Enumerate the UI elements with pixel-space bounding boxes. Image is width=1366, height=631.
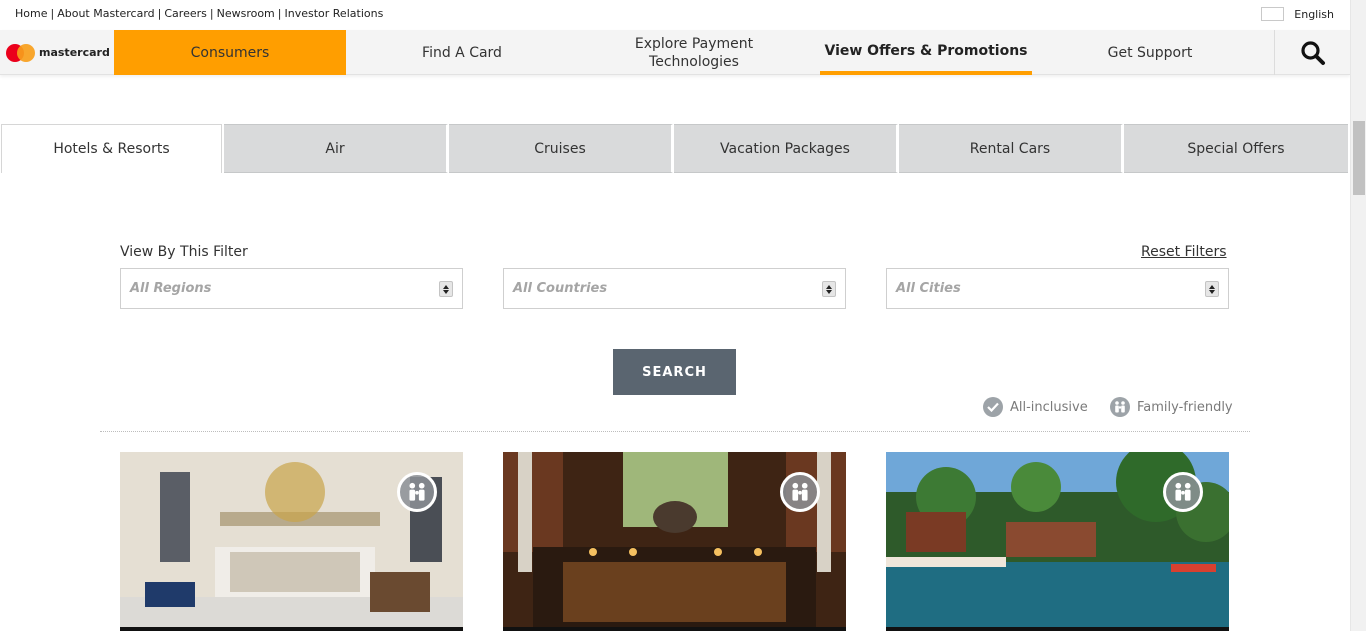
select-arrows-icon bbox=[822, 281, 836, 297]
separator: | bbox=[209, 7, 214, 20]
legend-family-friendly: Family-friendly bbox=[1110, 397, 1233, 417]
nav-find-a-card[interactable]: Find A Card bbox=[346, 30, 578, 75]
country-select[interactable]: All Countries bbox=[503, 268, 846, 309]
nav-get-support[interactable]: Get Support bbox=[1040, 30, 1260, 75]
utility-links: Home | About Mastercard | Careers | Newsroom | I… bbox=[15, 7, 383, 20]
section-divider bbox=[100, 431, 1250, 432]
scrollbar-thumb[interactable] bbox=[1353, 121, 1365, 195]
hotel-card[interactable] bbox=[120, 452, 463, 631]
city-select-value: All Cities bbox=[896, 281, 961, 296]
region-select[interactable]: All Regions bbox=[120, 268, 463, 309]
nav-explore-label: Explore Payment Technologies bbox=[634, 35, 754, 70]
main-nav: mastercard Consumers Find A Card Explore… bbox=[0, 30, 1350, 75]
mastercard-logo[interactable]: mastercard bbox=[0, 30, 113, 75]
region-select-value: All Regions bbox=[130, 281, 212, 296]
hotel-card[interactable] bbox=[886, 452, 1229, 631]
search-icon bbox=[1300, 40, 1325, 65]
careers-link[interactable]: Careers bbox=[164, 7, 207, 20]
nav-explore-payment-technologies[interactable]: Explore Payment Technologies bbox=[578, 30, 810, 75]
tab-air[interactable]: Air bbox=[224, 124, 448, 173]
tab-rental-cars[interactable]: Rental Cars bbox=[899, 124, 1123, 173]
offer-category-tabs: Hotels & Resorts Air Cruises Vacation Pa… bbox=[0, 124, 1350, 173]
page-scrollbar[interactable] bbox=[1350, 0, 1366, 631]
filter-label: View By This Filter bbox=[120, 244, 248, 260]
separator: | bbox=[157, 7, 162, 20]
separator: | bbox=[50, 7, 55, 20]
search-button[interactable] bbox=[1274, 30, 1350, 75]
family-icon bbox=[1110, 397, 1130, 417]
legend-family-friendly-label: Family-friendly bbox=[1137, 399, 1233, 415]
tab-cruises[interactable]: Cruises bbox=[449, 124, 673, 173]
card-bottom-bar bbox=[120, 627, 463, 631]
select-arrows-icon bbox=[1205, 281, 1219, 297]
legend-all-inclusive: All-inclusive bbox=[983, 397, 1088, 417]
tab-special-offers[interactable]: Special Offers bbox=[1124, 124, 1348, 173]
tab-vacation-packages[interactable]: Vacation Packages bbox=[674, 124, 898, 173]
mastercard-circles-icon bbox=[6, 43, 36, 63]
logo-wordmark: mastercard bbox=[39, 46, 110, 59]
language-selector[interactable]: English bbox=[1261, 7, 1334, 21]
family-friendly-icon bbox=[1163, 472, 1203, 512]
investor-relations-link[interactable]: Investor Relations bbox=[285, 7, 384, 20]
legend-all-inclusive-label: All-inclusive bbox=[1010, 399, 1088, 415]
flag-icon bbox=[1261, 7, 1285, 21]
about-link[interactable]: About Mastercard bbox=[57, 7, 154, 20]
tab-hotels-resorts[interactable]: Hotels & Resorts bbox=[1, 124, 222, 173]
nav-consumers[interactable]: Consumers bbox=[114, 30, 346, 75]
language-label: English bbox=[1294, 7, 1334, 21]
nav-view-offers[interactable]: View Offers & Promotions bbox=[820, 30, 1032, 75]
home-link[interactable]: Home bbox=[15, 7, 47, 20]
reset-filters-link[interactable]: Reset Filters bbox=[1141, 244, 1227, 260]
card-bottom-bar bbox=[503, 627, 846, 631]
city-select[interactable]: All Cities bbox=[886, 268, 1229, 309]
family-friendly-icon bbox=[397, 472, 437, 512]
family-friendly-icon bbox=[780, 472, 820, 512]
separator: | bbox=[277, 7, 282, 20]
utility-bar: Home | About Mastercard | Careers | Newsroom | I… bbox=[0, 0, 1350, 30]
newsroom-link[interactable]: Newsroom bbox=[217, 7, 275, 20]
checkmark-icon bbox=[983, 397, 1003, 417]
country-select-value: All Countries bbox=[513, 281, 608, 296]
hotel-card[interactable] bbox=[503, 452, 846, 631]
search-submit-button[interactable]: SEARCH bbox=[613, 349, 736, 395]
select-arrows-icon bbox=[439, 281, 453, 297]
card-bottom-bar bbox=[886, 627, 1229, 631]
